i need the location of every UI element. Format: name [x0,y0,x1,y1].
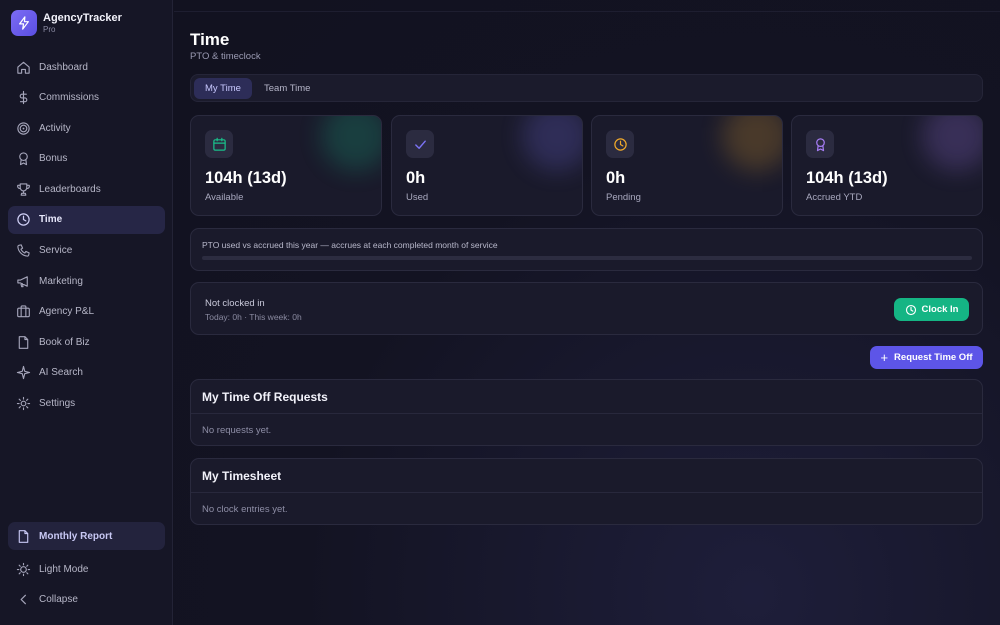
app-tier: Pro [43,25,56,34]
clock-in-label: Clock In [921,304,959,315]
lightning-logo-icon [11,10,37,36]
sidebar-bottom: Monthly Report Light Mode Collapse [8,522,165,616]
document-icon [16,335,31,350]
sidebar-item-agency-pl[interactable]: Agency P&L [8,298,165,326]
empty-state-text: No requests yet. [202,425,272,436]
trophy-icon [16,182,31,197]
stat-value: 104h (13d) [806,169,888,187]
tab-team-time[interactable]: Team Time [253,78,321,99]
light-mode-toggle[interactable]: Light Mode [8,555,165,583]
sidebar-item-settings[interactable]: Settings [8,390,165,418]
stat-value: 0h [606,169,626,187]
sidebar-item-label: Book of Biz [39,336,90,348]
top-divider [174,11,1000,12]
monthly-report-button[interactable]: Monthly Report [8,522,165,550]
sidebar: AgencyTracker Pro Dashboard Commissions … [0,0,173,625]
card-glow [321,116,381,171]
stat-label: Pending [606,192,641,203]
request-time-off-label: Request Time Off [894,352,973,363]
sidebar-item-label: Service [39,245,73,257]
panel-title: My Time Off Requests [202,390,328,404]
card-glow [722,116,782,171]
clock-summary: Today: 0h · This week: 0h [205,312,302,322]
chevron-left-icon [16,592,31,607]
pto-progress-panel: PTO used vs accrued this year — accrues … [190,228,983,271]
monthly-report-label: Monthly Report [39,530,113,542]
clock-status: Not clocked in [205,298,265,309]
sidebar-nav: Dashboard Commissions Activity Bonus Lea… [8,53,165,420]
sun-icon [16,562,31,577]
time-off-requests-panel: My Time Off Requests No requests yet. [190,379,983,446]
sidebar-item-label: Settings [39,398,76,410]
sidebar-item-leaderboards[interactable]: Leaderboards [8,175,165,203]
plus-icon: + [880,349,889,365]
card-glow [522,116,582,171]
home-icon [16,60,31,75]
stat-value: 0h [406,169,426,187]
sidebar-item-label: Leaderboards [39,183,101,195]
timesheet-panel: My Timesheet No clock entries yet. [190,458,983,525]
clock-icon [905,304,916,315]
sidebar-item-time[interactable]: Time [8,205,165,234]
sidebar-item-book-of-biz[interactable]: Book of Biz [8,328,165,356]
sidebar-item-label: Dashboard [39,61,88,73]
pto-progress-caption: PTO used vs accrued this year — accrues … [202,240,498,250]
dollar-icon [16,90,31,105]
stat-card-pending: 0h Pending [591,115,783,216]
timeclock-panel: Not clocked in Today: 0h · This week: 0h… [190,282,983,335]
clock-in-button[interactable]: Clock In [894,298,969,321]
document-icon [16,529,31,544]
panel-title: My Timesheet [202,469,282,483]
stat-label: Accrued YTD [806,192,863,203]
medal-icon [16,151,31,166]
app-name: AgencyTracker [43,12,122,24]
light-mode-label: Light Mode [39,563,89,575]
stat-card-available: 104h (13d) Available [190,115,382,216]
sidebar-item-bonus[interactable]: Bonus [8,145,165,173]
stat-card-used: 0h Used [391,115,583,216]
sidebar-item-activity[interactable]: Activity [8,114,165,142]
page-subtitle: PTO & timeclock [190,51,261,62]
sidebar-item-label: Bonus [39,153,68,165]
phone-icon [16,243,31,258]
stat-value: 104h (13d) [205,169,287,187]
clock-icon [16,212,31,227]
sidebar-item-commissions[interactable]: Commissions [8,84,165,112]
collapse-button[interactable]: Collapse [8,586,165,614]
panel-divider [191,492,982,493]
sidebar-item-label: Time [39,214,63,226]
award-icon [806,130,834,158]
gear-icon [16,396,31,411]
card-glow [922,116,982,171]
sidebar-item-label: Commissions [39,92,100,104]
sidebar-item-marketing[interactable]: Marketing [8,267,165,295]
check-icon [406,130,434,158]
empty-state-text: No clock entries yet. [202,504,288,515]
clock-icon [606,130,634,158]
stat-label: Used [406,192,429,203]
main-content: Time PTO & timeclock My Time Team Time 1… [174,0,1000,625]
page-title: Time [190,30,230,49]
target-icon [16,121,31,136]
calendar-icon [205,130,233,158]
sidebar-item-dashboard[interactable]: Dashboard [8,53,165,81]
stat-card-accrued-ytd: 104h (13d) Accrued YTD [791,115,983,216]
sidebar-item-label: Activity [39,122,71,134]
request-time-off-button[interactable]: + Request Time Off [870,346,983,369]
time-tabs: My Time Team Time [190,74,983,102]
brand[interactable]: AgencyTracker Pro [11,10,122,36]
collapse-label: Collapse [39,594,78,605]
sidebar-item-label: Marketing [39,275,83,287]
megaphone-icon [16,274,31,289]
pto-progress-bar [202,256,972,260]
sidebar-item-label: Agency P&L [39,306,95,318]
stat-label: Available [205,192,244,203]
tab-my-time[interactable]: My Time [194,78,252,99]
sidebar-item-label: AI Search [39,367,83,379]
panel-divider [191,413,982,414]
sidebar-item-service[interactable]: Service [8,237,165,265]
sparkle-icon [16,365,31,380]
briefcase-icon [16,304,31,319]
sidebar-item-ai-search[interactable]: AI Search [8,359,165,387]
